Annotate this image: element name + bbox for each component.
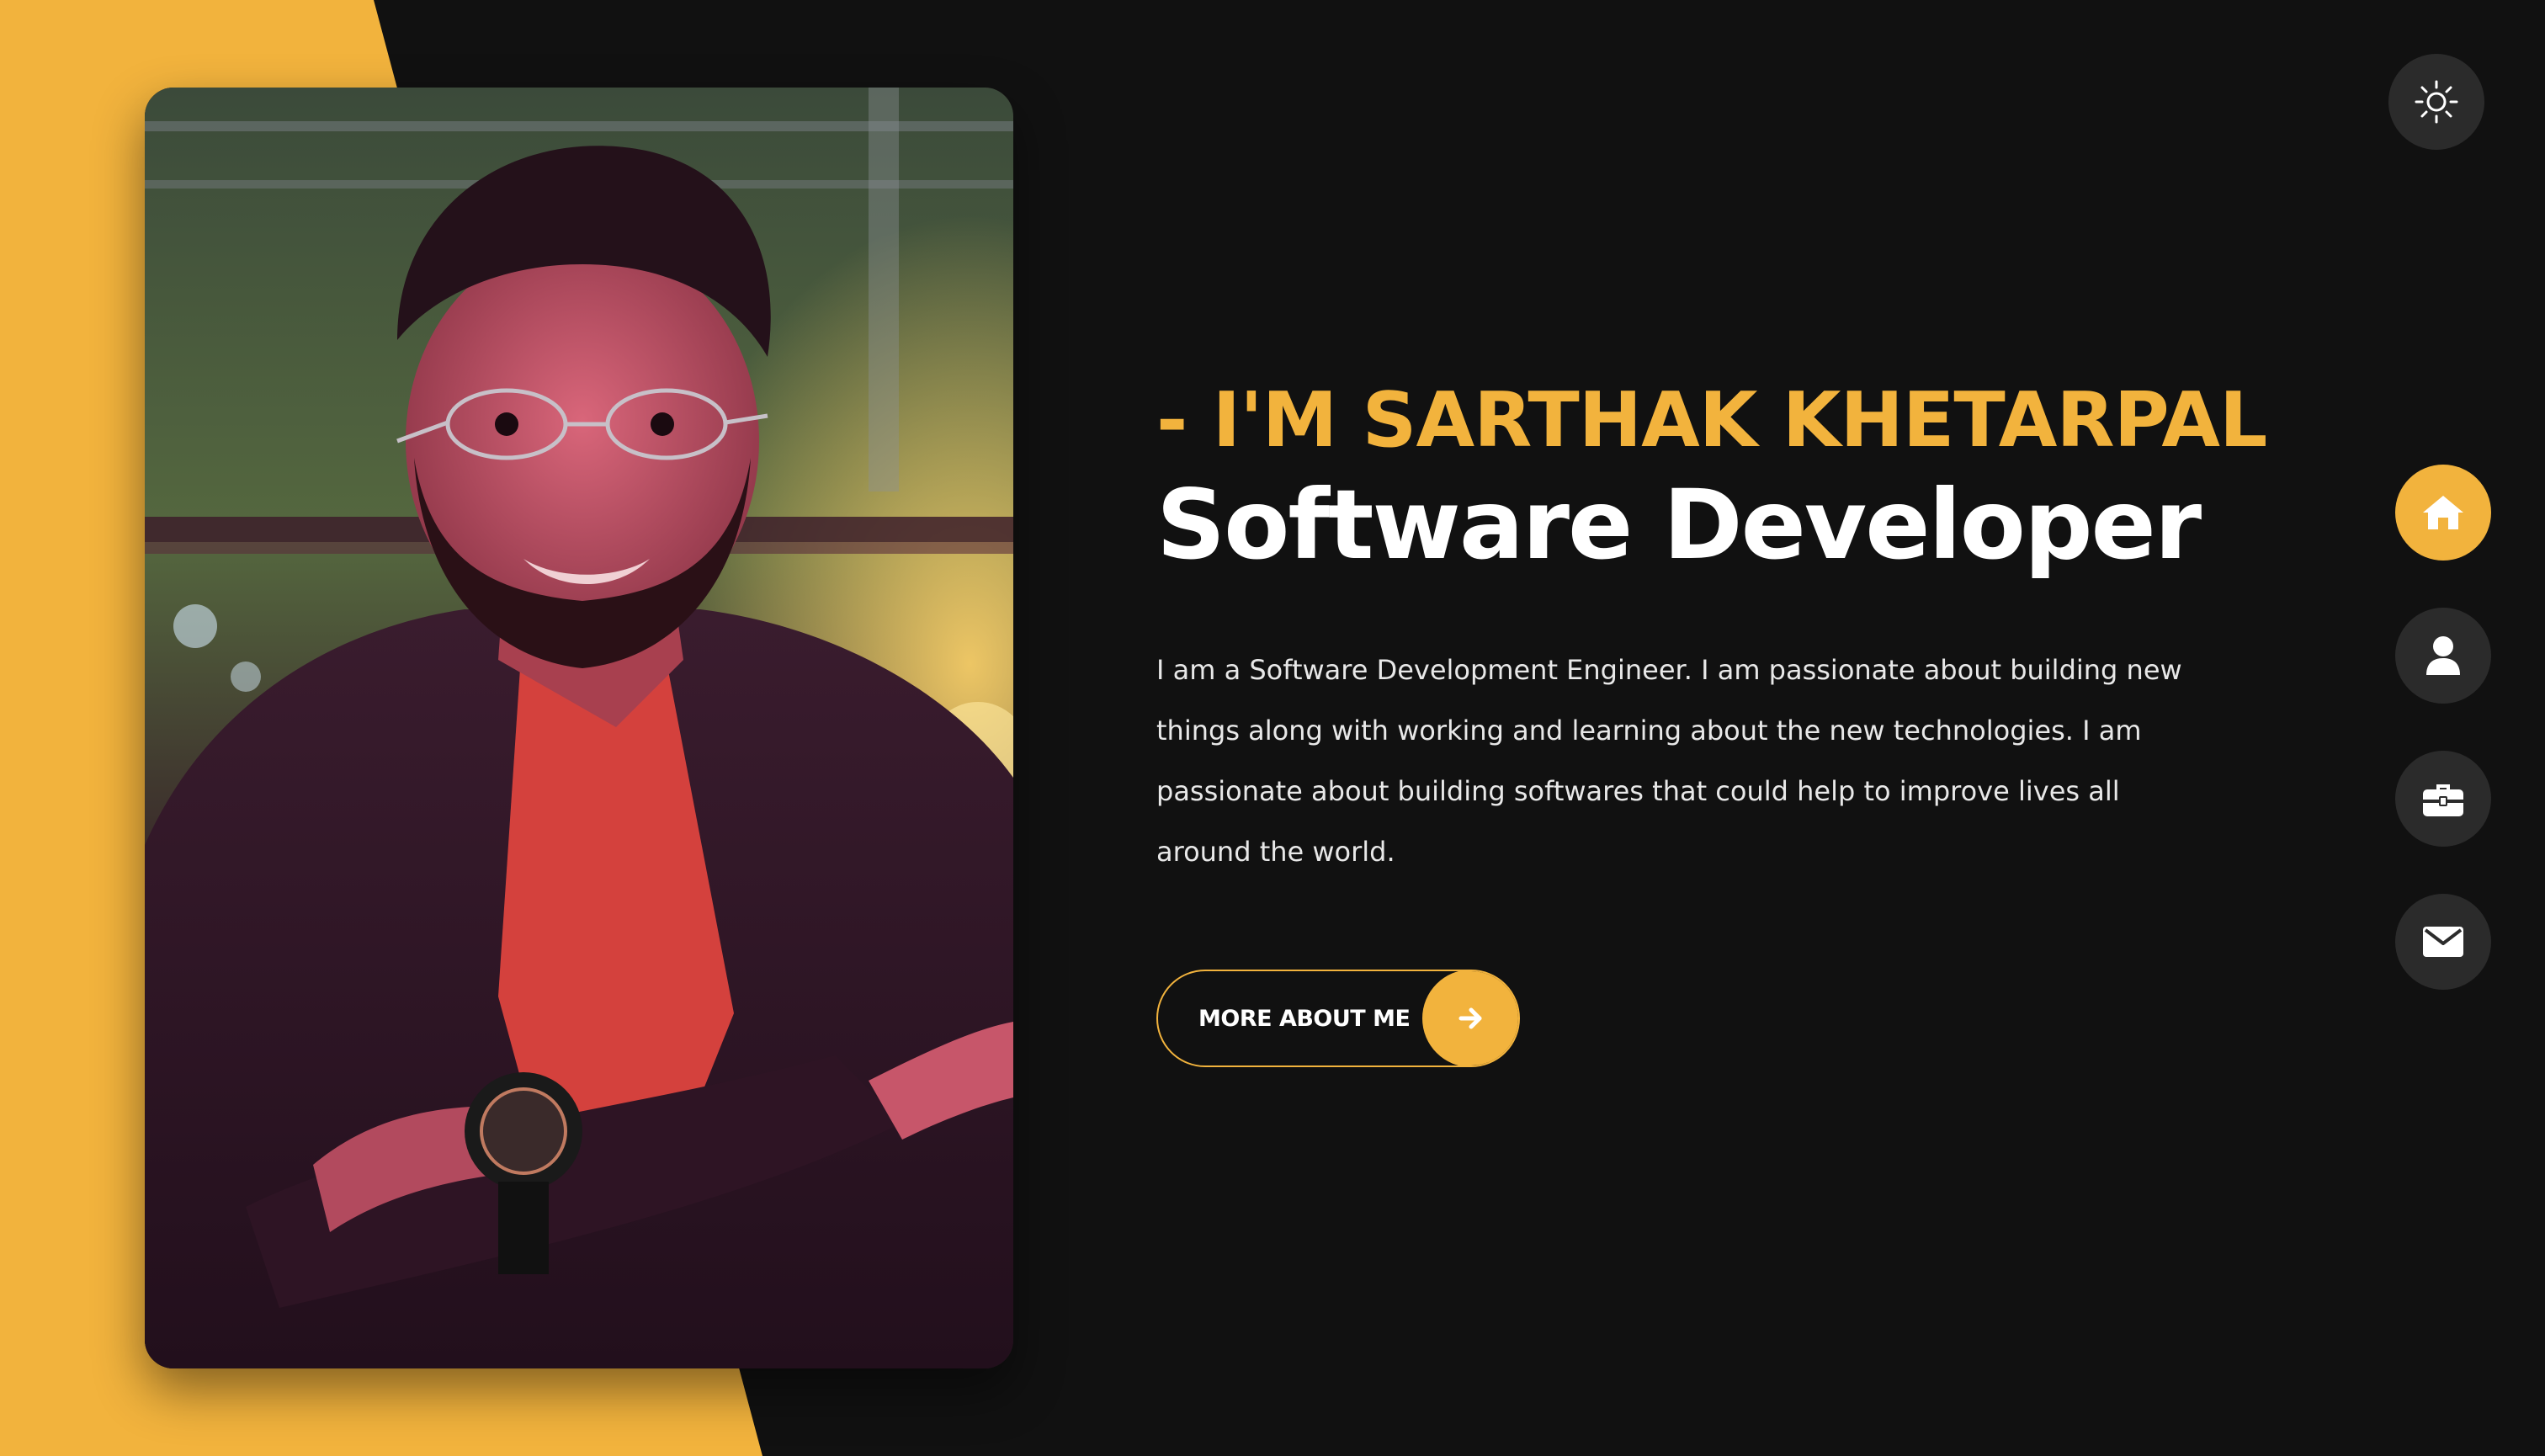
hero-kicker: - I'M SARTHAK KHETARPAL (1156, 376, 2267, 465)
arrow-right-icon (1422, 971, 1518, 1065)
hero-title: Software Developer (1156, 469, 2202, 581)
user-icon (2426, 636, 2460, 675)
nav-portfolio-button[interactable] (2395, 751, 2491, 847)
sun-icon (2415, 80, 2458, 124)
more-about-me-button[interactable]: MORE ABOUT ME (1156, 970, 1520, 1067)
home-icon (2423, 496, 2463, 529)
cta-label: MORE ABOUT ME (1198, 1005, 1411, 1032)
profile-photo (145, 88, 1013, 1368)
hero-section: - I'M SARTHAK KHETARPAL Software Develop… (1156, 370, 2267, 882)
hero-description: I am a Software Development Engineer. I … (1156, 654, 2182, 868)
side-navigation (2395, 465, 2491, 1037)
home-page: - I'M SARTHAK KHETARPAL Software Develop… (0, 0, 2545, 1456)
portrait-illustration (145, 88, 1013, 1368)
theme-toggle-button[interactable] (2388, 54, 2484, 150)
envelope-icon (2423, 927, 2463, 957)
briefcase-icon (2423, 784, 2463, 816)
nav-home-button[interactable] (2395, 465, 2491, 561)
nav-about-button[interactable] (2395, 608, 2491, 704)
nav-contact-button[interactable] (2395, 894, 2491, 990)
